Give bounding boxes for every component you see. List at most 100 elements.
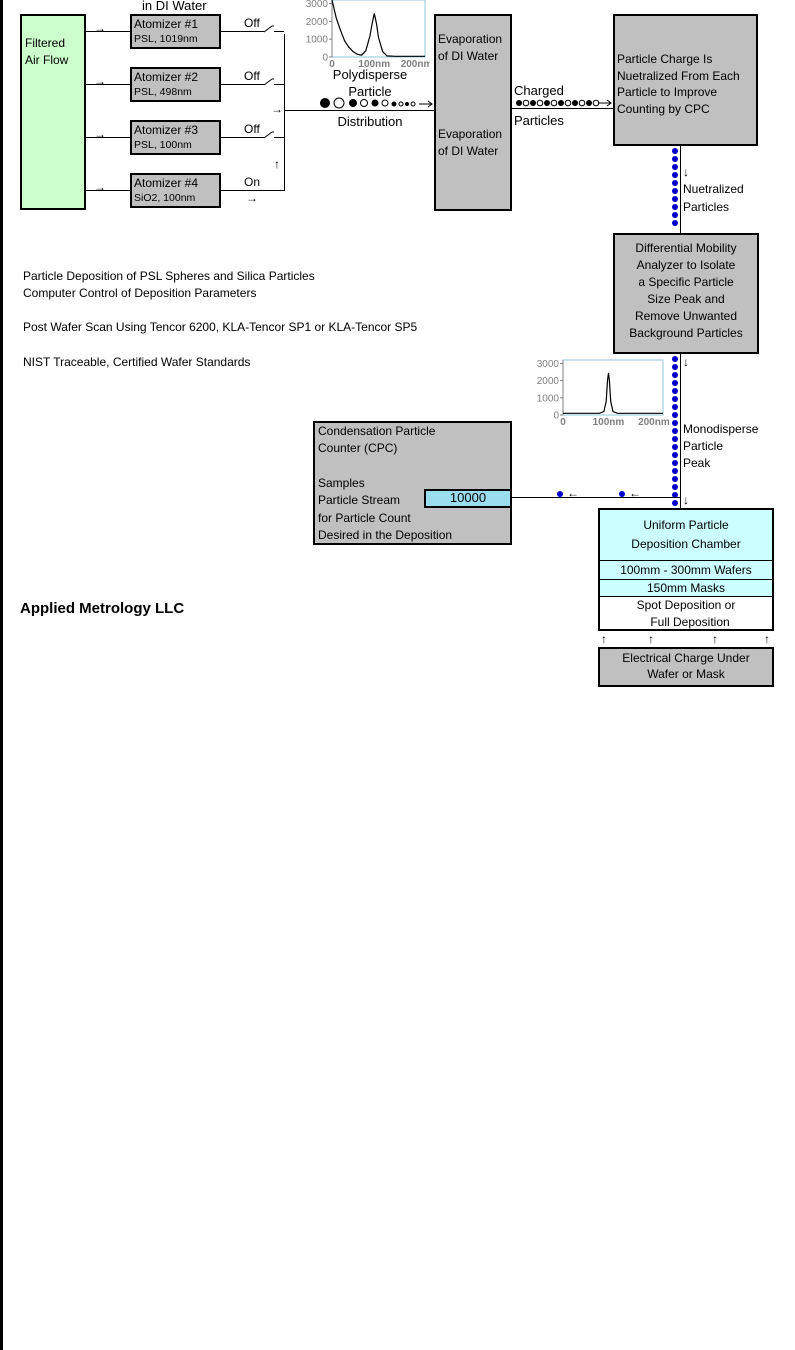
- atomizer-2-box: Atomizer #2 PSL, 498nm: [130, 67, 221, 102]
- particle-dot: [672, 196, 678, 202]
- y-tick-label: 1000: [537, 393, 560, 404]
- sample-line: [511, 497, 680, 498]
- chamber-wafers: 100mm - 300mm Wafers: [620, 563, 752, 577]
- dma-box: Differential Mobility Analyzer to Isolate…: [613, 233, 759, 354]
- neutralizer-label: Counting by CPC: [617, 102, 710, 116]
- neutralized-particle-dots: [672, 148, 678, 228]
- switch-line: [274, 31, 284, 32]
- filtered-air-label-2: Air Flow: [25, 53, 69, 67]
- cpc-box: Condensation Particle Counter (CPC) Sample…: [313, 421, 512, 545]
- filtered-air-box: Filtered Air Flow: [20, 14, 86, 210]
- particle-dot: [672, 484, 678, 490]
- x-tick-label: 0: [560, 417, 566, 428]
- chamber-mode-2: Full Deposition: [650, 615, 730, 629]
- charged-particle: [572, 100, 578, 106]
- sample-particle-dot: [557, 491, 563, 497]
- up-arrow-icon: ↑: [712, 632, 718, 646]
- up-arrow-icon: ↑: [764, 632, 770, 646]
- charged-particle: [592, 99, 600, 107]
- monodisperse-particle-dots: [672, 356, 678, 508]
- x-tick-label: 200nm: [638, 417, 670, 428]
- charged-line: [512, 108, 613, 109]
- charged-particle: [536, 99, 544, 107]
- atomizer-1-switch-state[interactable]: Off: [244, 16, 260, 31]
- atomizer-out-line: [221, 31, 264, 32]
- charged-particle: [530, 100, 536, 106]
- atomizer-out-line: [221, 84, 264, 85]
- particle-dot: [672, 428, 678, 434]
- particle-count-field[interactable]: 10000: [424, 489, 512, 508]
- switch-line: [274, 84, 284, 85]
- filtered-air-label: Filtered: [25, 36, 66, 50]
- collector-line: [284, 34, 285, 191]
- mono-label: Monodisperse: [683, 422, 759, 436]
- down-arrow-icon: ↓: [683, 165, 689, 179]
- cpc-label: Samples: [318, 475, 365, 490]
- particle-dot: [672, 204, 678, 210]
- dma-label: Remove Unwanted: [634, 309, 738, 323]
- air-line: [86, 190, 130, 191]
- up-arrow-icon: ↑: [274, 157, 280, 171]
- atomizer-name: Atomizer #4: [134, 176, 199, 190]
- neutralized-label-2: Particles: [683, 200, 730, 214]
- poly-label-3: Distribution: [337, 114, 403, 129]
- charged-particle: [586, 100, 592, 106]
- particle-dot: [672, 388, 678, 394]
- note-computer-control: Computer Control of Deposition Parameter…: [23, 286, 257, 300]
- right-arrow-icon: →: [94, 74, 106, 88]
- deposition-chamber-box: Uniform Particle Deposition Chamber 100m…: [598, 508, 774, 631]
- neutralizer-box: Particle Charge Is Nuetralized From Each…: [613, 14, 758, 146]
- y-tick-label: 2000: [537, 376, 560, 387]
- mono-label-3: Peak: [683, 456, 711, 470]
- dma-label: Analyzer to Isolate: [636, 258, 736, 272]
- y-tick-label: 0: [553, 411, 559, 422]
- y-tick-label: 0: [322, 53, 328, 64]
- switch-closed[interactable]: [264, 190, 284, 191]
- particle-dot: [672, 180, 678, 186]
- particle-dot: [672, 372, 678, 378]
- up-arrow-icon: ↑: [648, 632, 654, 646]
- atomizer-group-label: in DI Water: [142, 0, 207, 13]
- atomizer-detail: PSL, 1019nm: [134, 33, 198, 45]
- chamber-masks: 150mm Masks: [646, 581, 726, 595]
- left-arrow-icon: ←: [629, 486, 641, 500]
- polydisperse-chart: 01000200030000 100nm 200nm: [306, 0, 430, 70]
- neutralizer-label: Nuetralized From Each: [617, 69, 740, 83]
- y-tick-label: 2000: [306, 17, 329, 28]
- monodisperse-chart: 0 1000 2000 3000 0 100nm 200nm: [537, 359, 670, 428]
- evaporation-label: Evaporation: [438, 127, 503, 141]
- particle-dot: [672, 468, 678, 474]
- note-nist: NIST Traceable, Certified Wafer Standard…: [23, 355, 251, 369]
- right-arrow-icon: →: [246, 191, 258, 205]
- left-arrow-icon: ←: [567, 486, 579, 500]
- neutralizer-label: Particle to Improve: [617, 85, 718, 99]
- atomizer-out-line: [221, 137, 264, 138]
- neutralizer-label: Particle Charge Is: [617, 52, 713, 66]
- right-arrow-icon: →: [94, 21, 106, 35]
- evaporation-label: of DI Water: [438, 144, 499, 158]
- atomizer-2-switch-state[interactable]: Off: [244, 69, 260, 84]
- atomizer-3-switch-state[interactable]: Off: [244, 122, 260, 137]
- dma-label: Size Peak and: [647, 292, 725, 306]
- atomizer-4-box: Atomizer #4 SiO2, 100nm: [130, 173, 221, 208]
- atomizer-name: Atomizer #3: [134, 123, 199, 137]
- particle-dot: [672, 212, 678, 218]
- evaporation-label: Evaporation: [438, 32, 503, 46]
- particle-dot: [672, 220, 678, 226]
- right-arrow-icon: →: [94, 127, 106, 141]
- particle-dot: [672, 148, 678, 154]
- dma-label: Differential Mobility: [635, 241, 737, 255]
- particle-dot: [672, 404, 678, 410]
- particle-dot: [672, 156, 678, 162]
- cpc-label: Condensation Particle: [318, 424, 436, 438]
- particle-dot: [672, 412, 678, 418]
- x-tick-label: 100nm: [593, 417, 625, 428]
- atomizer-4-switch-state[interactable]: On: [244, 175, 260, 190]
- atomizer-detail: SiO2, 100nm: [134, 192, 196, 204]
- y-tick-label: 3000: [306, 0, 329, 10]
- particle-dot: [672, 164, 678, 170]
- left-border: [0, 0, 3, 675]
- neutralized-label: Nuetralized: [683, 182, 744, 196]
- particle-dot: [672, 172, 678, 178]
- air-line: [86, 31, 130, 32]
